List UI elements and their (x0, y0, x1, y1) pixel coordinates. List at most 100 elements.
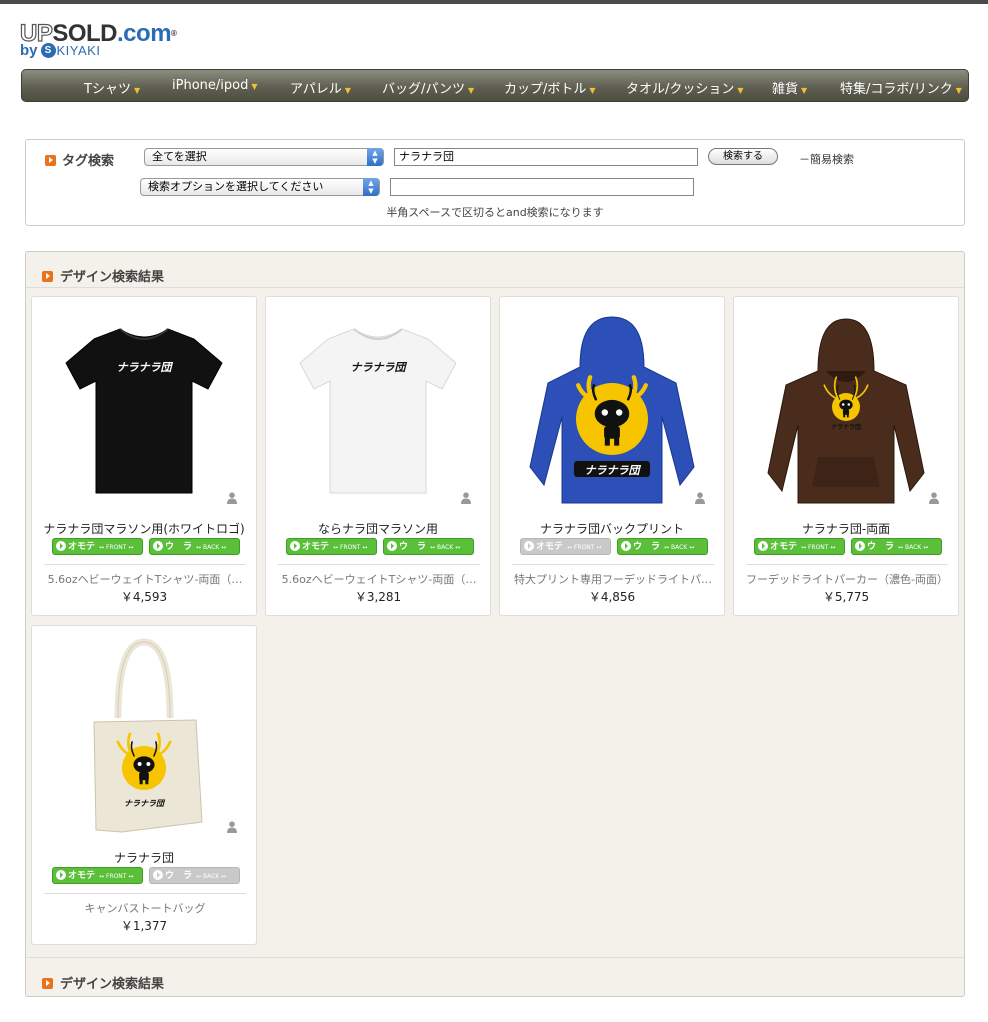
product-type[interactable]: キャンバストートバッグ (44, 900, 246, 916)
design-name[interactable]: ならナラ団マラソン用 (266, 520, 490, 537)
search-option-select[interactable]: 検索オプションを選択してください ▲ ▼ (140, 178, 380, 196)
product-card[interactable]: ナラナラ団 ナラナラ団マラソン用(ホワイトロゴ) オモテ ↔ FRONT ↔ ウ … (31, 296, 257, 616)
product-image[interactable]: ナラナラ団 (734, 297, 958, 507)
play-icon (621, 540, 631, 551)
play-icon (387, 540, 397, 551)
search-option-input[interactable] (390, 178, 694, 196)
front-view-button[interactable]: オモテ ↔ FRONT ↔ (754, 538, 845, 555)
product-price: ￥5,775 (822, 590, 870, 604)
design-results-panel: デザイン検索結果 ナラナラ団 ナラナラ団マラソン用(ホワイトロゴ) オモテ ↔ F… (25, 251, 965, 997)
tag-search-heading: タグ検索 (45, 150, 114, 169)
category-select[interactable]: 全てを選択 ▲ ▼ (144, 148, 384, 166)
svg-text:ナラナラ団: ナラナラ団 (117, 361, 174, 374)
simple-search-link[interactable]: －簡易検索 (799, 151, 854, 167)
logo-s-mark: S (40, 43, 56, 58)
search-button[interactable]: 検索する (708, 148, 778, 165)
design-name[interactable]: ナラナラ団 (32, 849, 256, 866)
chevron-down-icon: ▼ (801, 86, 808, 95)
play-icon (153, 540, 163, 551)
results-footer: デザイン検索結果 (26, 957, 964, 997)
user-icon[interactable] (461, 492, 471, 504)
product-card[interactable]: ナラナラ団 ナラナラ団 オモテ ↔ FRONT ↔ ウ ラ ↔ BACK ↔ キャン… (31, 625, 257, 945)
nav-item-bag[interactable]: バッグ/パンツ ▼ (382, 78, 474, 97)
design-name[interactable]: ナラナラ団バックプリント (500, 520, 724, 537)
product-image[interactable]: ナラナラ団 (266, 297, 490, 507)
user-icon[interactable] (929, 492, 939, 504)
user-icon[interactable] (227, 492, 237, 504)
svg-text:ナラナラ団: ナラナラ団 (124, 799, 166, 808)
back-view-button[interactable]: ウ ラ ↔ BACK ↔ (617, 538, 708, 555)
tag-search-panel: タグ検索 全てを選択 ▲ ▼ ナラナラ団 検索する －簡易検索 検索オプションを選択… (25, 139, 965, 226)
product-type[interactable]: フーデッドライトパーカー（濃色-両面） (746, 571, 948, 587)
select-arrows-icon: ▲ ▼ (363, 178, 379, 196)
back-view-button[interactable]: ウ ラ ↔ BACK ↔ (149, 538, 240, 555)
play-icon (758, 540, 768, 551)
product-price: ￥1,377 (120, 919, 168, 933)
user-icon[interactable] (227, 821, 237, 833)
user-icon[interactable] (695, 492, 705, 504)
product-type[interactable]: 特大プリント専用フーデッドライトパ… (512, 571, 714, 587)
nav-item-tshirt[interactable]: Tシャツ ▼ (84, 78, 140, 97)
chevron-down-icon: ▼ (344, 86, 351, 95)
play-icon (153, 869, 163, 880)
product-card[interactable]: ナラナラ団 ナラナラ団バックプリント オモテ ↔ FRONT ↔ ウ ラ ↔ BAC… (499, 296, 725, 616)
chevron-down-icon: ▼ (737, 86, 744, 95)
product-price: ￥3,281 (354, 590, 402, 604)
front-view-button[interactable]: オモテ ↔ FRONT ↔ (286, 538, 377, 555)
tag-search-input[interactable]: ナラナラ団 (394, 148, 698, 166)
chevron-down-icon: ▼ (589, 86, 596, 95)
search-hint: 半角スペースで区切るとand検索になります (386, 206, 604, 219)
chevron-down-icon: ▼ (955, 86, 962, 95)
play-icon (524, 540, 534, 551)
front-view-button[interactable]: オモテ ↔ FRONT ↔ (52, 538, 143, 555)
chevron-down-icon: ▼ (133, 86, 141, 95)
card-divider (746, 564, 948, 565)
play-icon (855, 540, 865, 551)
svg-text:ナラナラ団: ナラナラ団 (585, 464, 642, 477)
section-arrow-icon (42, 977, 53, 989)
back-view-button[interactable]: ウ ラ ↔ BACK ↔ (383, 538, 474, 555)
product-image[interactable]: ナラナラ団 (32, 626, 256, 836)
svg-text:ナラナラ団: ナラナラ団 (351, 361, 408, 374)
results-header: デザイン検索結果 (26, 252, 964, 288)
play-icon (290, 540, 300, 551)
logo-kiyaki: KIYAKI (56, 43, 101, 58)
product-card[interactable]: ナラナラ団 ナラナラ団-両面 オモテ ↔ FRONT ↔ ウ ラ ↔ BACK ↔ … (733, 296, 959, 616)
card-divider (44, 564, 246, 565)
nav-item-towel[interactable]: タオル/クッション ▼ (626, 78, 744, 97)
play-icon (56, 869, 66, 880)
product-image[interactable]: ナラナラ団 (500, 297, 724, 507)
product-card[interactable]: ナラナラ団 ならナラ団マラソン用 オモテ ↔ FRONT ↔ ウ ラ ↔ BACK … (265, 296, 491, 616)
back-view-button: ウ ラ ↔ BACK ↔ (149, 867, 240, 884)
top-border (0, 0, 988, 4)
product-type[interactable]: 5.6ozヘビーウェイトTシャツ-両面（… (44, 571, 246, 587)
chevron-down-icon: ▼ (251, 82, 258, 91)
nav-item-iphone[interactable]: iPhone/ipod ▼ (172, 78, 258, 93)
play-icon (56, 540, 66, 551)
nav-item-goods[interactable]: 雑貨 ▼ (772, 78, 807, 97)
logo-by: by (20, 42, 38, 59)
main-nav: Tシャツ ▼ iPhone/ipod ▼ アパレル ▼ バッグ/パンツ ▼ カップ/ボト… (21, 69, 969, 102)
section-arrow-icon (42, 270, 53, 282)
site-logo[interactable]: UPSOLD.com® by S KIYAKI (19, 20, 230, 64)
card-divider (512, 564, 714, 565)
results-title: デザイン検索結果 (60, 270, 165, 285)
nav-item-cup[interactable]: カップ/ボトル ▼ (504, 78, 596, 97)
results-footer-title: デザイン検索結果 (60, 977, 165, 992)
logo-registered-mark: ® (171, 29, 177, 38)
front-view-button[interactable]: オモテ ↔ FRONT ↔ (52, 867, 143, 884)
product-image[interactable]: ナラナラ団 (32, 297, 256, 507)
product-price: ￥4,856 (588, 590, 636, 604)
design-name[interactable]: ナラナラ団マラソン用(ホワイトロゴ) (32, 520, 256, 537)
nav-item-apparel[interactable]: アパレル ▼ (290, 78, 351, 97)
front-view-button: オモテ ↔ FRONT ↔ (520, 538, 611, 555)
product-price: ￥4,593 (120, 590, 168, 604)
back-view-button[interactable]: ウ ラ ↔ BACK ↔ (851, 538, 942, 555)
card-divider (44, 893, 246, 894)
product-type[interactable]: 5.6ozヘビーウェイトTシャツ-両面（… (278, 571, 480, 587)
design-name[interactable]: ナラナラ団-両面 (734, 520, 958, 537)
select-arrows-icon: ▲ ▼ (367, 148, 383, 166)
logo-com: .com (117, 20, 172, 47)
nav-item-feature[interactable]: 特集/コラボ/リンク ▼ (840, 78, 962, 97)
card-divider (278, 564, 480, 565)
